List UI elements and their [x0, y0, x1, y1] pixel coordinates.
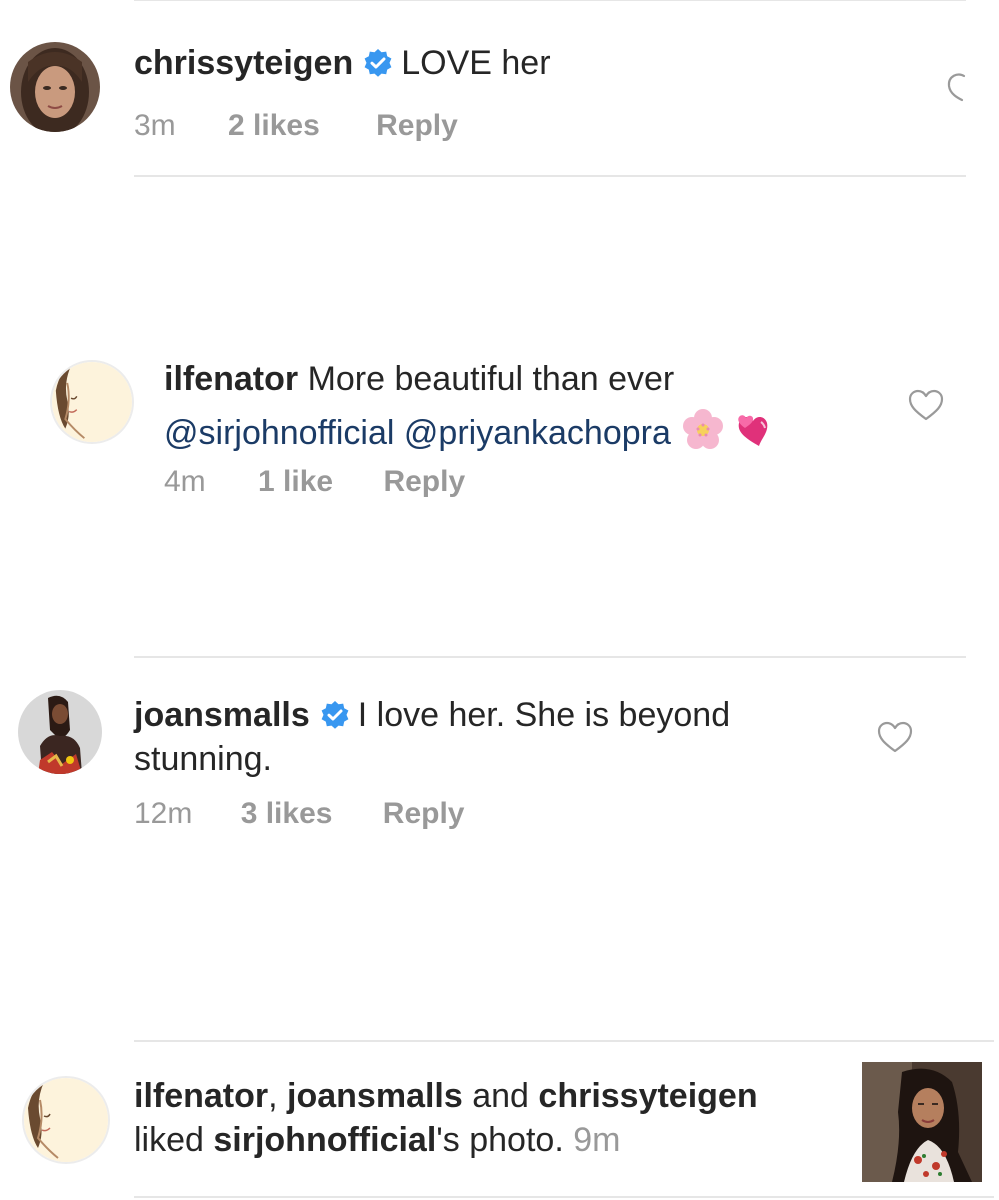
activity-liked-label: liked [134, 1121, 214, 1159]
profile-photo-icon [18, 690, 102, 774]
comment-text-row: ilfenator More beautiful than ever [164, 358, 674, 400]
comment-body: I love her. She is beyond [357, 696, 731, 734]
cherry-blossom-emoji [681, 408, 725, 452]
bottom-divider [134, 1196, 994, 1198]
comment-body-continued: stunning. [134, 740, 272, 778]
reply-button[interactable]: Reply [383, 796, 465, 832]
activity-time: 9m [573, 1121, 621, 1159]
comment-username[interactable]: joansmalls [134, 696, 310, 734]
comment-username[interactable]: ilfenator [164, 360, 298, 398]
comment-text-row: chrissyteigen LOVE her [134, 42, 551, 84]
photo-thumbnail-icon [862, 1062, 982, 1182]
avatar-joansmalls[interactable] [18, 690, 102, 774]
activity-owner[interactable]: sirjohnofficial [213, 1121, 436, 1159]
divider [134, 656, 966, 658]
activity-text-row: ilfenator, joansmalls and chrissyteigen [134, 1075, 758, 1117]
activity-username[interactable]: ilfenator [134, 1077, 268, 1115]
comment-body: More beautiful than ever [307, 360, 675, 398]
verified-badge-icon [363, 48, 393, 78]
avatar-ilfenator[interactable] [50, 360, 134, 444]
reply-button[interactable]: Reply [376, 108, 458, 144]
top-divider [134, 0, 966, 1]
comment-likes[interactable]: 2 likes [228, 108, 320, 144]
activity-username[interactable]: chrissyteigen [538, 1077, 757, 1115]
activity-username[interactable]: joansmalls [287, 1077, 463, 1115]
comment-meta: 3m 2 likes Reply [134, 108, 458, 144]
comment-username[interactable]: chrissyteigen [134, 44, 353, 82]
reply-button[interactable]: Reply [383, 464, 465, 500]
activity-separator: , [268, 1077, 288, 1115]
mention-link[interactable]: @sirjohnofficial [164, 414, 394, 452]
comment-text-row: joansmalls I love her. She is beyond [134, 694, 730, 736]
avatar-chrissyteigen[interactable] [10, 42, 100, 132]
revolving-hearts-emoji [731, 408, 775, 452]
like-heart-icon[interactable] [940, 70, 970, 104]
activity-suffix: 's photo. [436, 1121, 564, 1159]
divider [134, 175, 966, 177]
profile-photo-icon [10, 42, 100, 132]
comment-text-row-2: stunning. [134, 738, 272, 780]
photo-thumbnail[interactable] [862, 1062, 982, 1182]
like-heart-icon[interactable] [907, 388, 945, 422]
comment-likes[interactable]: 3 likes [241, 796, 333, 832]
activity-separator: and [462, 1077, 539, 1115]
avatar-ilfenator-activity[interactable] [22, 1076, 110, 1164]
like-heart-icon[interactable] [876, 720, 914, 754]
comment-time: 3m [134, 109, 176, 142]
comment-time: 4m [164, 465, 206, 498]
divider [134, 1040, 994, 1042]
comment-meta: 4m 1 like Reply [164, 464, 465, 500]
comment-meta: 12m 3 likes Reply [134, 796, 465, 832]
comment-mentions-row: @sirjohnofficial @priyankachopra [164, 408, 775, 454]
sketch-avatar-icon [24, 1078, 108, 1162]
comment-body: LOVE her [401, 44, 551, 82]
verified-badge-icon [320, 700, 350, 730]
comment-time: 12m [134, 797, 193, 830]
sketch-avatar-icon [52, 362, 132, 442]
comment-likes[interactable]: 1 like [258, 464, 333, 500]
activity-text-row-2: liked sirjohnofficial's photo. 9m [134, 1119, 620, 1161]
mention-link[interactable]: @priyankachopra [404, 414, 671, 452]
